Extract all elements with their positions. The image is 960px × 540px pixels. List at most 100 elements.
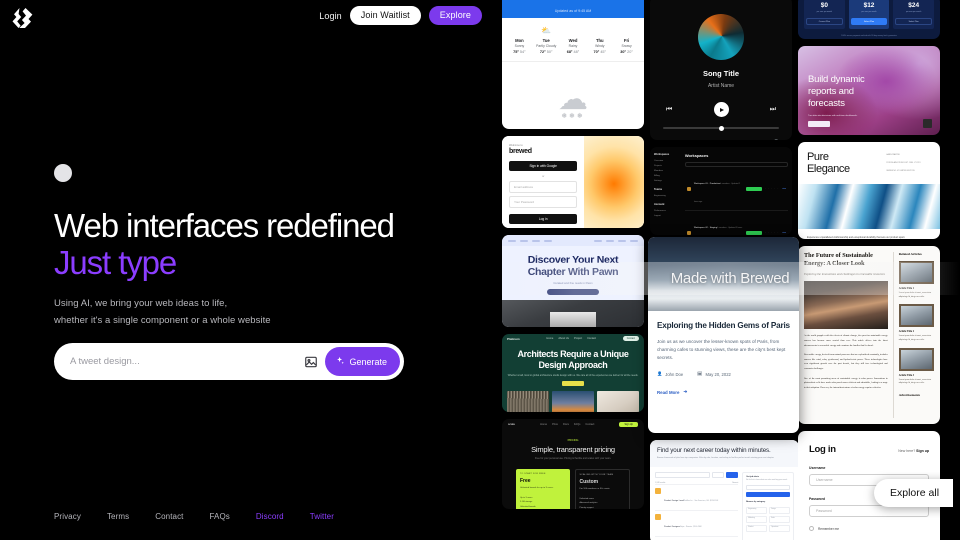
career-category[interactable]: Operations bbox=[769, 525, 790, 533]
blog-hero-image bbox=[648, 237, 799, 311]
pricing-signup-button[interactable]: Sign Up bbox=[619, 421, 638, 427]
career-alert-subscribe-button[interactable] bbox=[746, 492, 790, 498]
footer-link-faqs[interactable]: FAQs bbox=[210, 512, 230, 521]
pricing-plan-free[interactable]: TO START FOR FREE Free Unlimited boards … bbox=[516, 469, 570, 509]
blog-read-more-link[interactable]: Read More ➔ bbox=[657, 389, 790, 395]
weather-current-illustration: ☁ ❅❅❅ bbox=[502, 62, 644, 129]
gallery-card-brewed-login[interactable]: Welcome to brewed Sign in with Google or… bbox=[502, 136, 644, 228]
gallery-card-architects[interactable]: Platinum Home About Us Project Contact C… bbox=[502, 334, 644, 412]
artist-name: Artist Name bbox=[707, 83, 735, 89]
career-search-button[interactable] bbox=[726, 471, 739, 478]
gallery-card-purple-reports[interactable]: Build dynamic reports and forecasts Turn… bbox=[798, 46, 940, 135]
related-article-excerpt: Lorem ipsum dolor sit amet, consectetur … bbox=[898, 335, 932, 342]
gallery-card-pure-elegance[interactable]: Pure Elegance HANDCRAFTED PORCELAIN STUD… bbox=[798, 142, 940, 239]
career-search-input[interactable] bbox=[655, 471, 711, 478]
pricing-nav-links[interactable]: Home Price Docs FAQs Contact bbox=[540, 423, 594, 426]
footer-link-terms[interactable]: Terms bbox=[107, 512, 129, 521]
brewed-email-field[interactable]: Email address bbox=[509, 181, 578, 193]
prompt-bar[interactable]: Generate bbox=[54, 343, 404, 380]
pricing-nav-docs[interactable]: Docs bbox=[563, 423, 569, 426]
list-item[interactable]: Product Design LeadWebflow Inc. · San Fr… bbox=[655, 483, 739, 510]
gallery-card-blog-paris[interactable]: Exploring the Hidden Gems of Paris Join … bbox=[648, 237, 799, 433]
prompt-input[interactable] bbox=[70, 343, 302, 380]
checkbox-icon[interactable] bbox=[809, 526, 814, 531]
career-category[interactable]: Sales bbox=[769, 516, 790, 524]
gallery-card-pricing-navy[interactable]: $0 per user per month Current Plan $12 p… bbox=[798, 0, 940, 39]
footer-link-privacy[interactable]: Privacy bbox=[54, 512, 81, 521]
template-gallery[interactable]: Updated as of 9:45 AM ☀ Mon Sunny 75° 54… bbox=[500, 0, 960, 540]
news-paragraph: Renewable energy, derived from natural p… bbox=[804, 354, 888, 370]
navy-plan-free[interactable]: $0 per user per month Current Plan bbox=[804, 0, 845, 30]
navy-plan-business[interactable]: $24 per user per month Select Plan bbox=[893, 0, 935, 30]
workspace-action-link[interactable]: view bbox=[782, 188, 786, 190]
architects-nav-contact[interactable]: Contact bbox=[587, 337, 596, 340]
explore-button[interactable]: Explore bbox=[428, 6, 482, 25]
plan-cta-button[interactable]: Current Plan bbox=[806, 18, 843, 26]
gallery-card-music-player[interactable]: Song Title Artist Name ⏮ ⏭ 🔈 🔊 bbox=[650, 0, 792, 140]
pricing-plan-custom[interactable]: SCALING WITH YOUR TEAM Custom For 100 me… bbox=[574, 469, 630, 509]
navy-plan-pro[interactable]: $12 per user per month Select Plan bbox=[848, 0, 890, 30]
hero-pane: Login Join Waitlist Explore Web interfac… bbox=[0, 0, 500, 540]
list-item[interactable]: Product Design ManagerLinear Co. · New Y… bbox=[655, 535, 739, 540]
progress-slider[interactable] bbox=[663, 125, 779, 131]
skip-back-icon[interactable]: ⏮ bbox=[666, 106, 672, 114]
gallery-card-career-board[interactable]: Find your next career today within minut… bbox=[650, 440, 799, 540]
login-link[interactable]: Login bbox=[319, 11, 342, 21]
workspace-action-link[interactable]: view bbox=[782, 232, 786, 234]
workspaces-sidebar-item[interactable]: Logout bbox=[654, 214, 682, 219]
career-alert-email-input[interactable] bbox=[746, 485, 790, 491]
pricing-nav-contact[interactable]: Contact bbox=[585, 423, 594, 426]
login-signup-link[interactable]: Sign up bbox=[916, 449, 929, 453]
architects-nav-about[interactable]: About Us bbox=[558, 337, 569, 340]
career-filter-button[interactable] bbox=[712, 471, 725, 478]
table-row[interactable]: Workspace 02 · Staging3 members · Update… bbox=[685, 211, 788, 235]
workspaces-sidebar-item[interactable]: Settings bbox=[654, 179, 682, 184]
table-row[interactable]: Workspace 01 · Production4 members · Upd… bbox=[684, 167, 788, 211]
plan-price: $0 bbox=[820, 2, 828, 9]
architects-nav-home[interactable]: Home bbox=[546, 337, 553, 340]
gallery-card-weather[interactable]: Updated as of 9:45 AM ☀ Mon Sunny 75° 54… bbox=[502, 0, 644, 129]
brewed-password-field[interactable]: Your Password bbox=[509, 196, 578, 208]
architects-nav-project[interactable]: Project bbox=[574, 337, 582, 340]
footer-link-contact[interactable]: Contact bbox=[155, 512, 183, 521]
career-category[interactable]: Marketing bbox=[746, 516, 768, 524]
career-category[interactable]: Product bbox=[746, 525, 768, 533]
gallery-card-news-article[interactable]: The Future of Sustainable Energy: A Clos… bbox=[798, 246, 940, 424]
join-waitlist-button[interactable]: Join Waitlist bbox=[349, 6, 421, 25]
pricing-nav-home[interactable]: Home bbox=[540, 423, 547, 426]
play-icon[interactable] bbox=[713, 102, 729, 117]
footer-link-twitter[interactable]: Twitter bbox=[310, 512, 334, 521]
architects-nav-links[interactable]: Home About Us Project Contact bbox=[546, 337, 596, 340]
brewed-sso-button[interactable]: Sign in with Google bbox=[509, 161, 578, 171]
image-icon[interactable] bbox=[301, 352, 321, 372]
brewed-submit-button[interactable]: Log in bbox=[509, 214, 578, 224]
generate-button[interactable]: Generate bbox=[325, 347, 400, 376]
weather-header: Updated as of 9:45 AM bbox=[502, 0, 644, 18]
gallery-card-pricing-dark[interactable]: scale Home Price Docs FAQs Contact Sign … bbox=[502, 419, 644, 509]
generate-button-label: Generate bbox=[349, 356, 387, 367]
architects-nav-pill[interactable]: Contact bbox=[622, 336, 639, 341]
career-sort-value[interactable]: Newest bbox=[732, 482, 738, 484]
song-title: Song Title bbox=[702, 69, 740, 78]
related-article-title[interactable]: Article Title 1 bbox=[899, 287, 934, 290]
explore-all-button[interactable]: Explore all bbox=[874, 479, 954, 507]
related-article-title[interactable]: Article Title 2 bbox=[899, 330, 934, 333]
pricing-nav-faqs[interactable]: FAQs bbox=[574, 423, 581, 426]
workspaces-sidebar-item[interactable]: Engineering bbox=[654, 194, 682, 199]
weather-day-temp: 70° 45° bbox=[586, 50, 613, 54]
plan-cta-button[interactable]: Select Plan bbox=[895, 18, 933, 26]
related-article-title[interactable]: Article Title 3 bbox=[899, 374, 934, 377]
career-category[interactable]: Design bbox=[769, 507, 790, 515]
gallery-card-workspaces[interactable]: Workspaces Overview Projects Members Bil… bbox=[650, 147, 792, 235]
plan-cta-button[interactable]: Select Plan bbox=[850, 18, 888, 26]
career-category[interactable]: Engineering bbox=[746, 507, 768, 515]
login-remember-row[interactable]: Remember me bbox=[809, 526, 929, 531]
gallery-card-pawn[interactable]: Discover Your Next Chapter With Pawn Cur… bbox=[502, 235, 644, 327]
list-item[interactable]: Product DesignerStripe · Remote · $100-1… bbox=[655, 509, 739, 536]
pricing-nav-price[interactable]: Price bbox=[552, 423, 558, 426]
footer-link-discord[interactable]: Discord bbox=[256, 512, 284, 521]
purple-cta-button[interactable] bbox=[808, 120, 830, 127]
skip-forward-icon[interactable]: ⏭ bbox=[770, 106, 776, 114]
code-slash-logo-icon[interactable] bbox=[8, 4, 36, 32]
pawn-cta-button[interactable] bbox=[547, 289, 599, 296]
